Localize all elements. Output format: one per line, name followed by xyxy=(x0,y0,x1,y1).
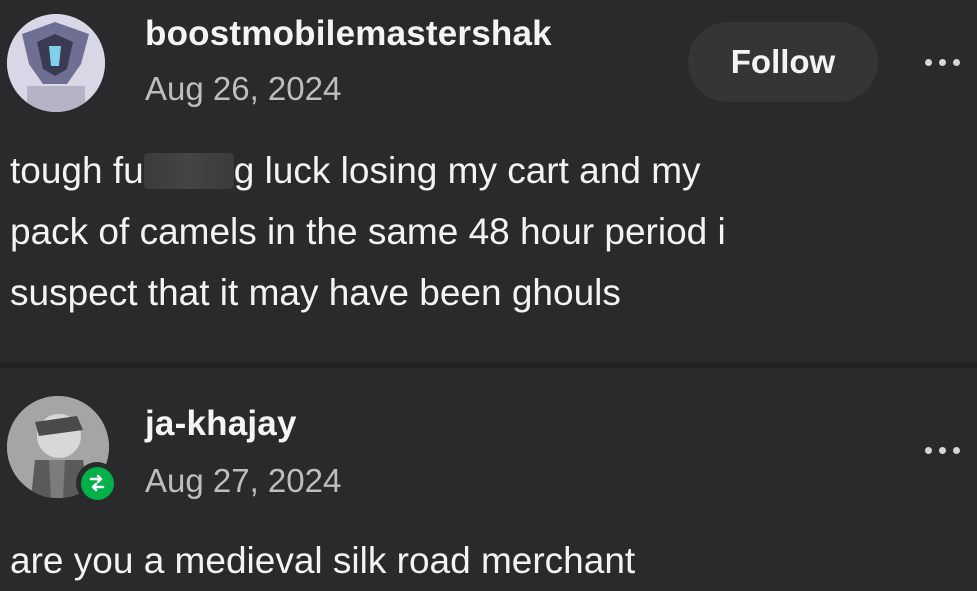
post-body-line: pack of camels in the same 48 hour perio… xyxy=(10,211,726,252)
post-date: Aug 27, 2024 xyxy=(145,462,342,499)
post-2: ja-khajay Aug 27, 2024 are you a medieva… xyxy=(0,368,977,589)
reblog-icon xyxy=(80,466,114,500)
more-options-icon[interactable] xyxy=(917,52,967,72)
avatar-image-icon xyxy=(7,14,105,112)
post-body-line: suspect that it may have been ghouls xyxy=(10,272,621,313)
post-body: tough fu g luck losing my cart and my pac… xyxy=(10,140,957,323)
post-body: are you a medieval silk road merchant xyxy=(10,540,636,581)
avatar[interactable] xyxy=(7,14,105,112)
post-body-line: tough fu g luck losing my cart and my xyxy=(10,140,957,201)
username[interactable]: ja-khajay xyxy=(145,404,297,444)
post-body-text: g luck losing my cart and my xyxy=(233,150,701,191)
censor-blur xyxy=(143,153,234,189)
post-1: boostmobilemastershak Aug 26, 2024 Follo… xyxy=(0,0,977,362)
username[interactable]: boostmobilemastershak xyxy=(145,14,552,54)
post-date: Aug 26, 2024 xyxy=(145,70,342,107)
follow-button[interactable]: Follow xyxy=(688,22,878,102)
post-body-text: tough fu xyxy=(10,150,144,191)
more-options-icon[interactable] xyxy=(917,440,967,460)
reblog-badge xyxy=(76,462,118,504)
